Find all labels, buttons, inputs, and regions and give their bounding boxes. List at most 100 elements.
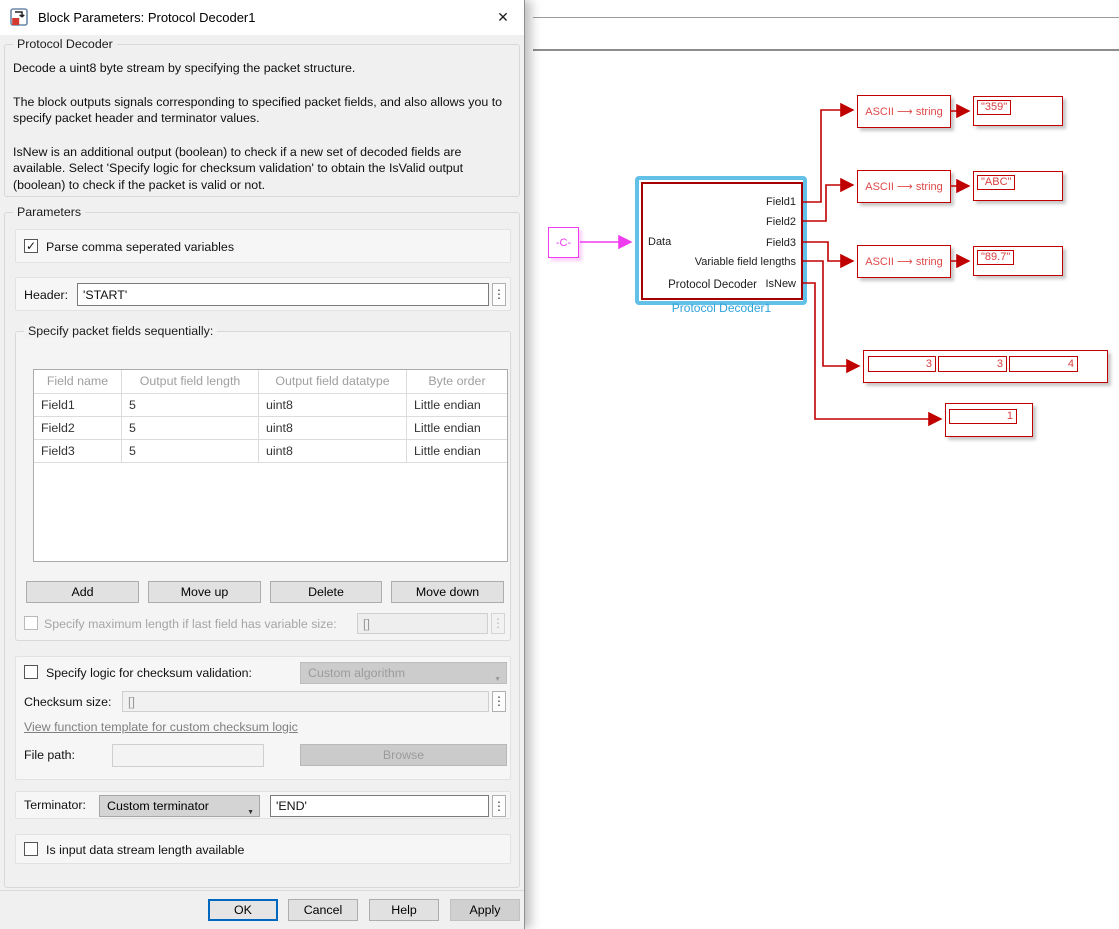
stream-length-checkbox[interactable] [24,842,38,856]
stream-length-row: Is input data stream length available [15,834,511,864]
column-header: Field name [34,370,122,394]
max-length-label: Specify maximum length if last field has… [44,617,337,631]
display-value: "ABC" [977,175,1015,190]
header-label: Header: [24,288,68,302]
table-row[interactable]: Field1 5 uint8 Little endian [34,394,507,417]
vertical-dots-icon: ⋮ [492,616,504,630]
header-edit-button[interactable]: ⋮ [492,283,506,306]
table-header-row: Field name Output field length Output fi… [34,370,507,394]
ascii-to-string-block[interactable]: ASCII ⟶ string [857,95,951,128]
port-label-field1: Field1 [766,196,796,208]
close-button[interactable]: ✕ [482,0,524,34]
packet-fields-group-title: Specify packet fields sequentially: [24,324,217,338]
ascii-block-label: ASCII ⟶ string [865,180,943,193]
string-display-block[interactable]: "ABC" [973,171,1063,201]
string-display-block[interactable]: "89.7" [973,246,1063,276]
column-header: Byte order [407,370,507,394]
string-display-block[interactable]: "359" [973,96,1063,126]
table-row[interactable]: Field3 5 uint8 Little endian [34,440,507,463]
constant-block[interactable]: -C- [548,227,579,258]
ok-button[interactable]: OK [208,899,278,921]
table-cell[interactable]: Little endian [407,417,507,440]
footer-separator [0,890,524,891]
table-cell[interactable]: 5 [122,394,259,417]
table-cell[interactable]: Little endian [407,440,507,463]
chevron-down-icon: ▼ [494,670,501,690]
parameters-group: Parameters ✓ Parse comma seperated varia… [4,212,520,888]
header-row: Header: ⋮ [15,277,511,311]
terminator-edit-button[interactable]: ⋮ [492,795,506,817]
parse-csv-label: Parse comma seperated variables [46,240,234,254]
checksum-panel: Specify logic for checksum validation: C… [15,656,511,780]
ascii-to-string-block[interactable]: ASCII ⟶ string [857,245,951,278]
add-button[interactable]: Add [26,581,139,603]
table-cell[interactable]: uint8 [259,394,407,417]
decoder-block-name[interactable]: Protocol Decoder1 [634,301,809,315]
column-header: Output field length [122,370,259,394]
ascii-block-label: ASCII ⟶ string [865,105,943,118]
isnew-display-block[interactable]: 1 [945,403,1033,437]
parameters-group-title: Parameters [13,205,85,219]
terminator-mode-select[interactable]: Custom terminator ▼ [99,795,260,817]
checksum-enable-checkbox[interactable] [24,665,38,679]
max-length-input[interactable] [357,613,488,634]
terminator-input[interactable] [270,795,489,817]
table-cell[interactable]: 5 [122,440,259,463]
vertical-dots-icon: ⋮ [493,287,505,301]
terminator-mode-value: Custom terminator [107,799,209,813]
move-down-button[interactable]: Move down [391,581,504,603]
display-value: 3 [938,356,1007,372]
port-label-field3: Field3 [766,237,796,249]
port-label-isnew: IsNew [765,278,796,290]
port-label-data: Data [648,236,671,248]
apply-button[interactable]: Apply [450,899,520,921]
table-cell[interactable]: Little endian [407,394,507,417]
close-icon: ✕ [497,9,509,26]
block-description: Decode a uint8 byte stream by specifying… [5,45,519,193]
ascii-block-label: ASCII ⟶ string [865,255,943,268]
column-header: Output field datatype [259,370,407,394]
browse-button[interactable]: Browse [300,744,507,766]
checksum-size-edit-button[interactable]: ⋮ [492,691,506,712]
max-length-edit-button[interactable]: ⋮ [491,613,505,634]
terminator-label: Terminator: [24,798,86,812]
simulink-block-icon [10,8,29,27]
table-cell[interactable]: uint8 [259,440,407,463]
move-up-button[interactable]: Move up [148,581,261,603]
decoder-block-type-label: Protocol Decoder [668,279,757,291]
cancel-button[interactable]: Cancel [288,899,358,921]
file-path-label: File path: [24,748,75,762]
checksum-size-input[interactable] [122,691,489,712]
table-cell[interactable]: uint8 [259,417,407,440]
ascii-to-string-block[interactable]: ASCII ⟶ string [857,170,951,203]
help-button[interactable]: Help [369,899,439,921]
checksum-template-link[interactable]: View function template for custom checks… [24,720,298,734]
display-value: 3 [868,356,936,372]
port-label-field2: Field2 [766,216,796,228]
display-value: "359" [977,100,1011,115]
field-lengths-display-block[interactable]: 3 3 4 [863,350,1108,383]
block-help-group: Protocol Decoder Decode a uint8 byte str… [4,44,520,197]
protocol-decoder-block[interactable]: Data Field1 Field2 Field3 Variable field… [641,182,803,300]
vertical-dots-icon: ⋮ [493,799,505,813]
header-input[interactable] [77,283,489,306]
table-cell[interactable]: 5 [122,417,259,440]
delete-button[interactable]: Delete [270,581,382,603]
packet-fields-group: Specify packet fields sequentially: Fiel… [15,331,511,641]
checksum-algorithm-select[interactable]: Custom algorithm ▼ [300,662,507,684]
stream-length-label: Is input data stream length available [46,843,244,857]
table-row[interactable]: Field2 5 uint8 Little endian [34,417,507,440]
table-cell[interactable]: Field3 [34,440,122,463]
terminator-row: Terminator: Custom terminator ▼ ⋮ [15,791,511,819]
description-paragraph: The block outputs signals corresponding … [13,94,509,127]
table-cell[interactable]: Field2 [34,417,122,440]
description-paragraph: Decode a uint8 byte stream by specifying… [13,60,509,77]
max-length-checkbox[interactable] [24,616,38,630]
constant-label: -C- [556,237,571,249]
file-path-input[interactable] [112,744,264,767]
dialog-titlebar[interactable]: Block Parameters: Protocol Decoder1 ✕ [0,0,524,35]
parse-csv-checkbox[interactable]: ✓ [24,239,38,253]
display-value: 4 [1009,356,1078,372]
chevron-down-icon: ▼ [247,803,254,823]
table-cell[interactable]: Field1 [34,394,122,417]
